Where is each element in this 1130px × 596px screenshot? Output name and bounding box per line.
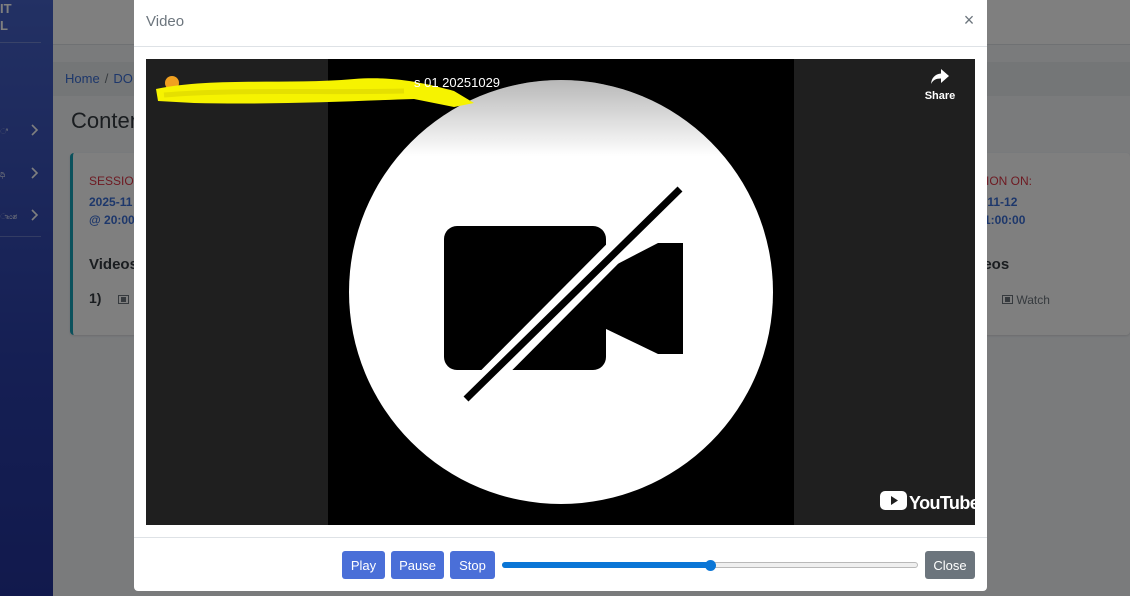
video-player[interactable]: s 01 20251029 Share YouTube xyxy=(146,59,975,525)
video-modal: Video × s 01 20251029 Share YouTube Play… xyxy=(134,0,987,591)
share-icon xyxy=(931,69,949,88)
progress-slider[interactable] xyxy=(502,560,918,571)
modal-title: Video xyxy=(146,13,185,30)
camera-off-icon xyxy=(349,80,773,504)
close-icon[interactable]: × xyxy=(960,10,978,30)
pause-button[interactable]: Pause xyxy=(391,551,444,579)
youtube-logo[interactable]: YouTube xyxy=(880,491,975,515)
share-label: Share xyxy=(924,90,956,102)
modal-header: Video × xyxy=(134,0,987,47)
youtube-play-icon xyxy=(880,491,907,510)
youtube-wordmark: YouTube xyxy=(909,493,975,513)
slider-thumb[interactable] xyxy=(705,560,716,571)
share-button[interactable]: Share xyxy=(918,69,962,102)
slider-fill xyxy=(502,562,710,568)
modal-footer: Play Pause Stop Close xyxy=(134,537,987,591)
close-button[interactable]: Close xyxy=(925,551,975,579)
video-frame xyxy=(328,59,794,525)
play-button[interactable]: Play xyxy=(342,551,385,579)
video-title: s 01 20251029 xyxy=(414,75,501,90)
stop-button[interactable]: Stop xyxy=(450,551,495,579)
